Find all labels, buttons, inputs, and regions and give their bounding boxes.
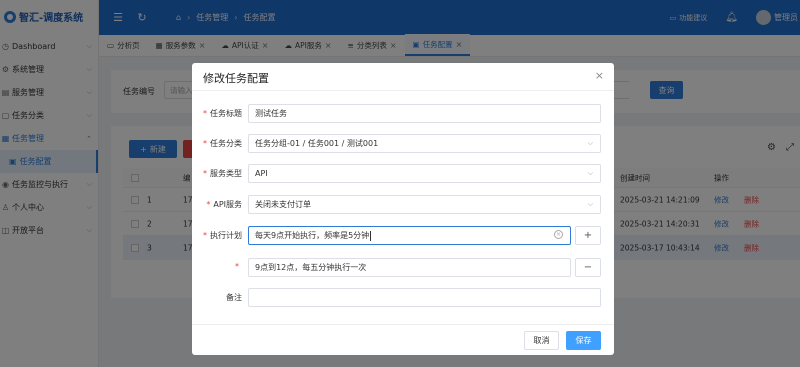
divider xyxy=(192,90,614,91)
api-service-select[interactable]: 关闭未支付订单 ⌵ xyxy=(248,195,601,214)
dialog-title: 修改任务配置 xyxy=(203,72,269,85)
field-label: * 执行计划 xyxy=(203,231,242,240)
field-label: * 任务分类 xyxy=(203,139,242,148)
task-title-input[interactable]: 测试任务 xyxy=(248,104,601,123)
form-row-api-service: * API服务 关闭未支付订单 ⌵ xyxy=(192,195,614,214)
form-row-category: * 任务分类 任务分组-01 / 任务001 / 测试001 ⌵ xyxy=(192,134,614,153)
field-label: * API服务 xyxy=(206,200,242,209)
add-schedule-button[interactable]: + xyxy=(575,226,601,245)
remark-input[interactable] xyxy=(248,288,601,307)
save-button[interactable]: 保存 xyxy=(566,331,601,350)
text-cursor xyxy=(370,230,372,241)
edit-task-dialog: 修改任务配置 × * 任务标题 测试任务 * 任务分类 任务分组-01 / 任务00… xyxy=(192,63,614,355)
form-row-schedule-extra: * 9点到12点，每五分钟执行一次 − xyxy=(192,258,614,277)
form-row-remark: 备注 xyxy=(192,288,614,307)
remove-schedule-button[interactable]: − xyxy=(575,258,601,277)
field-label: * xyxy=(235,262,239,271)
form-row-title: * 任务标题 测试任务 xyxy=(192,104,614,123)
divider xyxy=(192,324,614,325)
field-label: * 任务标题 xyxy=(203,109,242,118)
clear-icon[interactable]: × xyxy=(554,230,563,239)
form-row-schedule: * 执行计划 每天9点开始执行，频率是5分钟 × + xyxy=(192,226,614,245)
chevron-down-icon: ⌵ xyxy=(587,169,593,177)
field-label: * 服务类型 xyxy=(203,169,242,178)
schedule-input[interactable]: 每天9点开始执行，频率是5分钟 × xyxy=(248,226,571,245)
service-type-select[interactable]: API ⌵ xyxy=(248,164,601,183)
chevron-down-icon: ⌵ xyxy=(587,139,593,147)
schedule-extra-input[interactable]: 9点到12点，每五分钟执行一次 xyxy=(248,258,571,277)
close-icon[interactable]: × xyxy=(595,69,604,82)
chevron-down-icon: ⌵ xyxy=(587,200,593,208)
form-row-service-type: * 服务类型 API ⌵ xyxy=(192,164,614,183)
cancel-button[interactable]: 取消 xyxy=(524,331,559,350)
field-label: 备注 xyxy=(226,293,242,302)
task-category-select[interactable]: 任务分组-01 / 任务001 / 测试001 ⌵ xyxy=(248,134,601,153)
